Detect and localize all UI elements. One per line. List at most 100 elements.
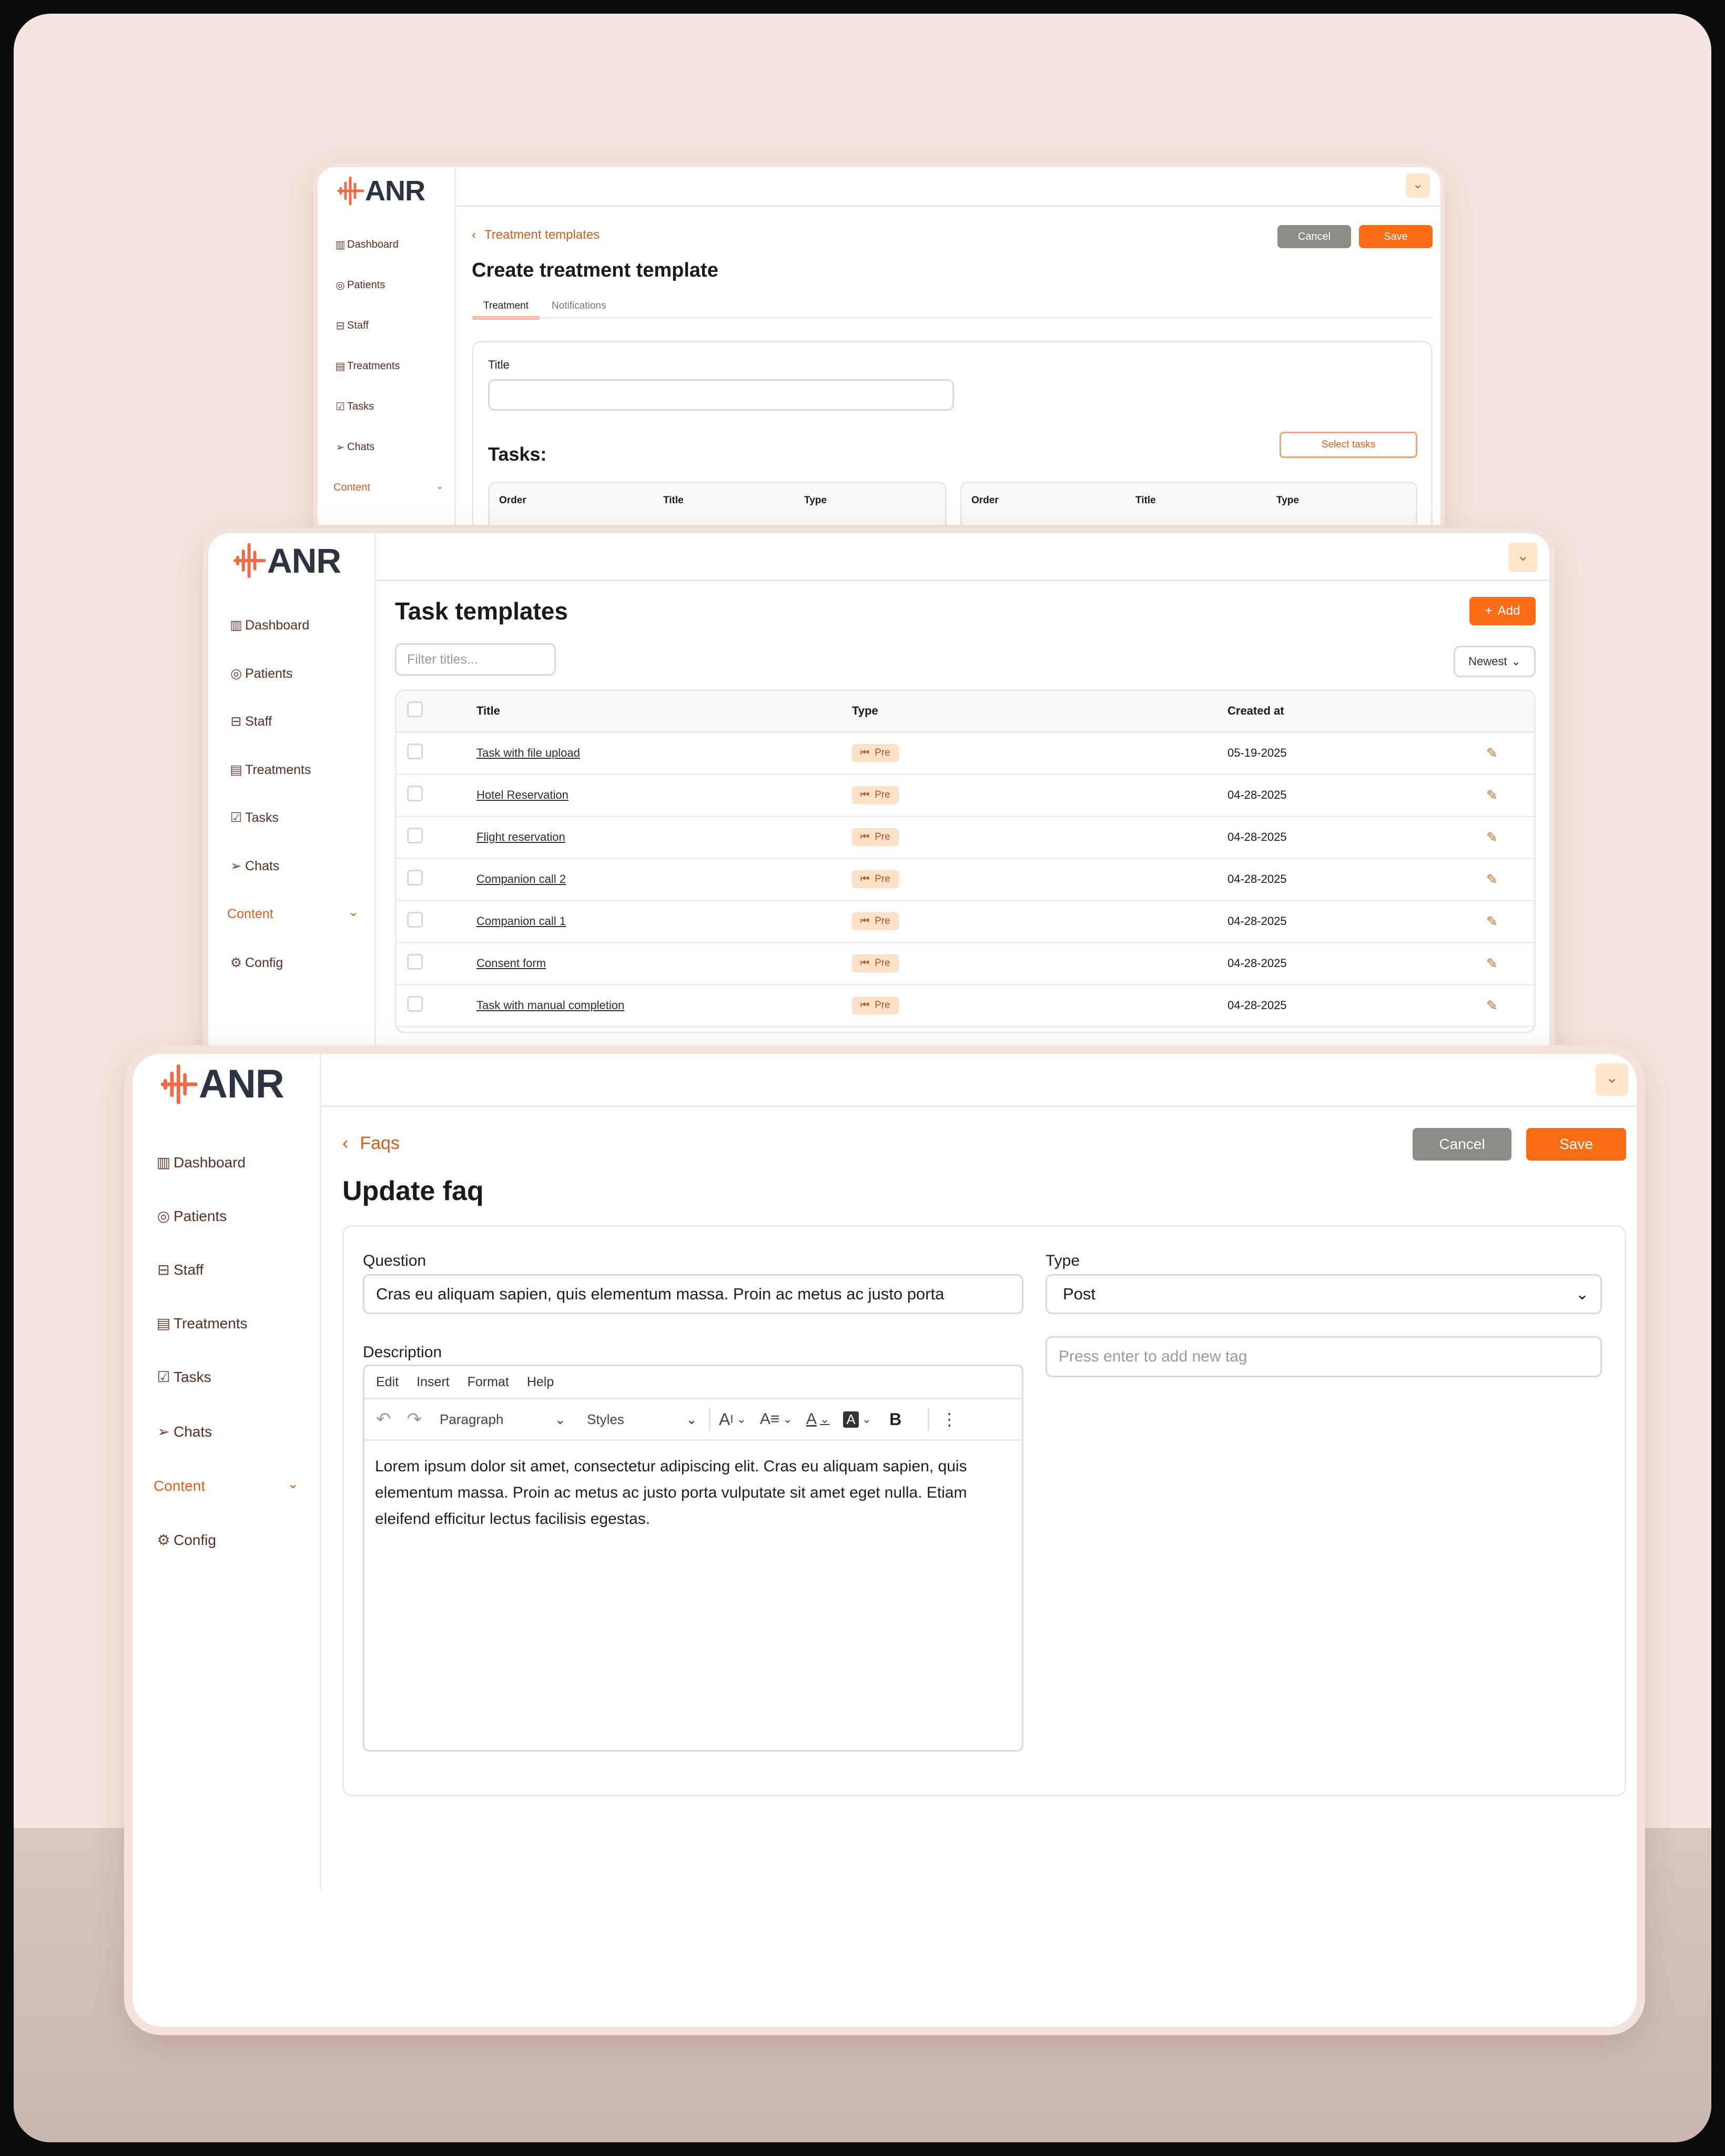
edit-pencil-icon[interactable]: ✎ — [1486, 913, 1498, 929]
edit-pencil-icon[interactable]: ✎ — [1486, 745, 1498, 761]
column-header-order: Order — [499, 495, 526, 506]
task-title-link[interactable]: Flight reservation — [476, 830, 565, 843]
table-row[interactable]: Task with file upload ⏮ Pre 05-19-2025 ✎ — [397, 732, 1534, 774]
sidebar-item-chats[interactable]: ➢ Chats — [154, 1423, 212, 1440]
briefcase-icon: ⊟ — [230, 714, 242, 729]
block-format-select[interactable]: Paragraph ⌄ — [440, 1411, 566, 1428]
chevron-down-icon: ⌄ — [554, 1411, 566, 1427]
sidebar-item-tasks[interactable]: ☑ Tasks — [227, 810, 279, 826]
table-row[interactable]: Hotel Reservation ⏮ Pre 04-28-2025 ✎ — [397, 774, 1534, 816]
row-checkbox[interactable] — [407, 744, 423, 759]
account-menu-button[interactable]: ⌄ — [1406, 174, 1430, 198]
tab-divider — [472, 317, 1433, 319]
sidebar-item-staff[interactable]: ⊟ Staff — [154, 1261, 204, 1278]
sidebar-item-dashboard[interactable]: ▥ Dashboard — [227, 617, 309, 633]
title-input[interactable] — [488, 379, 954, 411]
save-button[interactable]: Save — [1359, 225, 1433, 248]
row-checkbox[interactable] — [407, 954, 423, 970]
task-title-link[interactable]: Consent form — [476, 957, 546, 970]
edit-pencil-icon[interactable]: ✎ — [1486, 998, 1498, 1013]
type-select[interactable]: Post ⌄ — [1046, 1274, 1602, 1314]
sidebar-item-patients[interactable]: ◎ Patients — [227, 666, 292, 682]
sidebar-item-staff[interactable]: ⊟ Staff — [227, 714, 272, 729]
logo-waveform-icon — [161, 1064, 198, 1104]
type-badge: ⏮ Pre — [852, 912, 899, 930]
task-title-link[interactable]: Companion call 2 — [476, 872, 566, 886]
sidebar-item-staff[interactable]: ⊟ Staff — [333, 319, 369, 332]
chevron-down-icon: ⌄ — [1517, 547, 1529, 564]
editor-menu-help[interactable]: Help — [527, 1375, 554, 1390]
sidebar-item-chats[interactable]: ➢ Chats — [333, 441, 375, 454]
undo-icon[interactable]: ↶ — [376, 1409, 391, 1430]
breadcrumb[interactable]: ‹ Faqs — [342, 1133, 400, 1154]
redo-icon[interactable]: ↷ — [407, 1409, 422, 1430]
filter-titles-input[interactable]: Filter titles... — [395, 643, 556, 676]
edit-pencil-icon[interactable]: ✎ — [1486, 955, 1498, 971]
checkbox-icon: ☑ — [336, 401, 345, 413]
edit-pencil-icon[interactable]: ✎ — [1486, 829, 1498, 845]
table-row[interactable]: Task with manual completion ⏮ Pre 04-28-202… — [397, 984, 1534, 1026]
tags-input[interactable]: Press enter to add new tag — [1046, 1336, 1602, 1377]
select-tasks-button[interactable]: Select tasks — [1280, 432, 1417, 458]
account-menu-button[interactable]: ⌄ — [1508, 543, 1538, 572]
cancel-button[interactable]: Cancel — [1413, 1128, 1511, 1161]
sidebar-item-dashboard[interactable]: ▥ Dashboard — [154, 1154, 246, 1171]
font-size-icon[interactable]: A I ⌄ — [719, 1410, 746, 1429]
sidebar-item-dashboard[interactable]: ▥ Dashboard — [333, 238, 399, 251]
task-templates-window: ANR ▥ Dashboard ◎ Patients ⊟ Staff ▤ Treatme… — [203, 528, 1555, 1064]
more-options-icon[interactable]: ⋮ — [941, 1409, 958, 1429]
bold-icon[interactable]: B — [889, 1410, 901, 1429]
editor-menu-insert[interactable]: Insert — [417, 1375, 450, 1390]
editor-menu-format[interactable]: Format — [468, 1375, 509, 1390]
account-menu-button[interactable]: ⌄ — [1596, 1063, 1628, 1096]
row-checkbox[interactable] — [407, 996, 423, 1012]
sidebar-item-patients[interactable]: ◎ Patients — [154, 1207, 227, 1225]
task-title-link[interactable]: Companion call 1 — [476, 914, 566, 928]
sidebar-item-chats[interactable]: ➢ Chats — [227, 858, 280, 874]
skip-back-icon: ⏮ — [860, 1000, 870, 1011]
row-checkbox[interactable] — [407, 828, 423, 843]
edit-pencil-icon[interactable]: ✎ — [1486, 787, 1498, 803]
sidebar-item-config[interactable]: ⚙ Config — [227, 955, 283, 971]
row-checkbox[interactable] — [407, 786, 423, 801]
sidebar-item-tasks[interactable]: ☑ Tasks — [154, 1368, 211, 1386]
sidebar-item-tasks[interactable]: ☑ Tasks — [333, 400, 374, 413]
sidebar-item-content[interactable]: Content ⌄ — [154, 1476, 299, 1494]
tab-notifications[interactable]: Notifications — [540, 300, 618, 312]
styles-select[interactable]: Styles ⌄ — [587, 1411, 697, 1428]
question-input[interactable]: Cras eu aliquam sapien, quis elementum m… — [363, 1274, 1023, 1314]
table-row[interactable]: Consent form ⏮ Pre 04-28-2025 ✎ — [397, 942, 1534, 984]
chevron-down-icon: ⌄ — [287, 1476, 299, 1491]
row-checkbox[interactable] — [407, 870, 423, 886]
sidebar-item-content[interactable]: Content ⌄ — [227, 905, 359, 922]
table-row[interactable]: Companion call 1 ⏮ Pre 04-28-2025 ✎ — [397, 900, 1534, 942]
sort-select[interactable]: Newest ⌄ — [1454, 646, 1536, 677]
sidebar-item-treatments[interactable]: ▤ Treatments — [227, 762, 311, 778]
breadcrumb[interactable]: ‹ Treatment templates — [472, 228, 600, 242]
save-button[interactable]: Save — [1526, 1128, 1626, 1161]
sidebar-item-content[interactable]: Content ⌄ — [333, 481, 444, 494]
line-height-icon[interactable]: A≡ ⌄ — [760, 1410, 793, 1428]
tab-treatment[interactable]: Treatment — [472, 300, 540, 319]
tasks-table-left: Order Title Type — [488, 482, 947, 525]
task-title-link[interactable]: Task with file upload — [476, 746, 580, 759]
cancel-button[interactable]: Cancel — [1277, 225, 1351, 248]
sidebar-item-treatments[interactable]: ▤ Treatments — [333, 360, 400, 373]
editor-menu-edit[interactable]: Edit — [376, 1375, 399, 1390]
row-checkbox[interactable] — [407, 912, 423, 928]
table-row[interactable]: Companion call 2 ⏮ Pre 04-28-2025 ✎ — [397, 858, 1534, 900]
task-title-link[interactable]: Hotel Reservation — [476, 788, 569, 801]
add-task-template-button[interactable]: + Add — [1469, 597, 1536, 625]
chevron-down-icon: ⌄ — [1412, 177, 1424, 191]
highlight-color-icon[interactable]: A ⌄ — [843, 1411, 871, 1428]
editor-body[interactable]: Lorem ipsum dolor sit amet, consectetur … — [364, 1441, 1022, 1545]
select-all-checkbox[interactable] — [407, 701, 423, 718]
task-title-link[interactable]: Task with manual completion — [476, 999, 624, 1012]
tab-list: Treatment Notifications — [472, 300, 618, 319]
text-color-icon[interactable]: A ⌄ — [806, 1410, 829, 1428]
edit-pencil-icon[interactable]: ✎ — [1486, 871, 1498, 887]
sidebar-item-config[interactable]: ⚙ Config — [154, 1531, 216, 1549]
sidebar-item-patients[interactable]: ◎ Patients — [333, 279, 385, 292]
table-row[interactable]: Flight reservation ⏮ Pre 04-28-2025 ✎ — [397, 816, 1534, 858]
sidebar-item-treatments[interactable]: ▤ Treatments — [154, 1315, 248, 1332]
